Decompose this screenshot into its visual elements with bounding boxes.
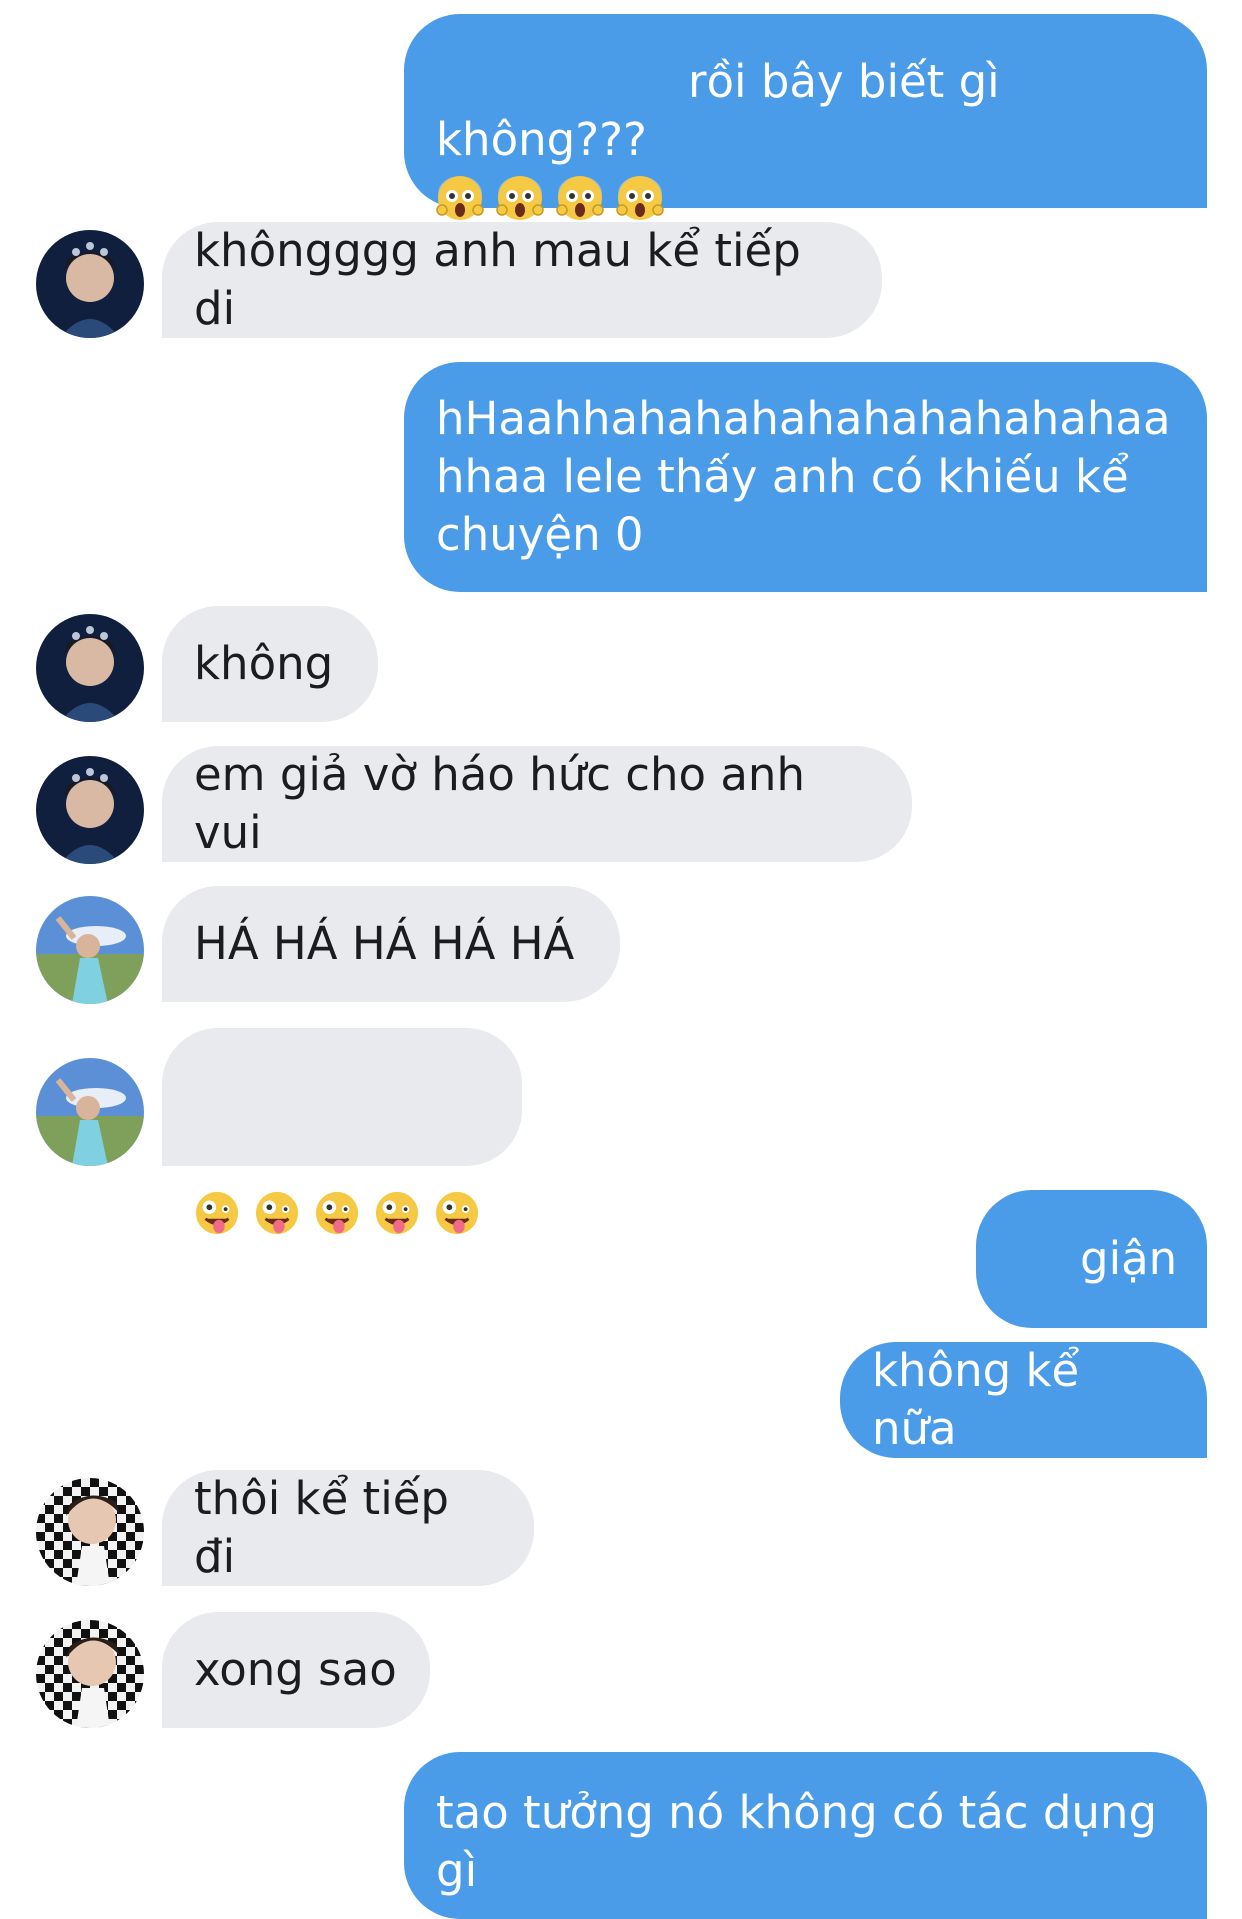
avatar[interactable] — [36, 1058, 144, 1166]
chat-thread: rồi bây biết gì không??? khôngggg anh ma… — [0, 0, 1242, 1919]
avatar[interactable] — [36, 756, 144, 864]
incoming-message[interactable] — [162, 1028, 522, 1235]
incoming-message[interactable]: xong sao — [162, 1612, 430, 1728]
outgoing-message[interactable]: rồi bây biết gì không??? — [404, 14, 1207, 220]
incoming-message[interactable]: HÁ HÁ HÁ HÁ HÁ — [162, 886, 620, 1002]
incoming-message[interactable]: khôngggg anh mau kể tiếp di — [162, 222, 882, 338]
incoming-message[interactable]: không — [162, 606, 378, 722]
message-text: không kể nữa — [872, 1344, 1094, 1455]
outgoing-message[interactable]: tao tưởng nó không có tác dụng gì — [404, 1752, 1207, 1919]
scream-emoji-icon — [616, 58, 664, 220]
message-text: rồi bây biết gì — [688, 55, 1000, 108]
message-text-line2: không??? — [436, 113, 647, 166]
incoming-message[interactable]: thôi kể tiếp đi — [162, 1470, 534, 1586]
outgoing-message[interactable]: không kể nữa — [840, 1342, 1207, 1458]
outgoing-message[interactable]: hHaahhahahahahahahahahahaa hhaa lele thấ… — [404, 362, 1207, 592]
message-text: không — [194, 637, 334, 690]
zany-face-emoji-icon — [254, 1074, 300, 1235]
message-text: hHaahhahahahahahahahahahaa hhaa lele thấ… — [436, 392, 1171, 561]
message-text: xong sao — [194, 1643, 397, 1696]
scream-emoji-icon — [496, 58, 544, 220]
scream-emoji-icon — [436, 58, 484, 220]
avatar[interactable] — [36, 896, 144, 1004]
message-text: HÁ HÁ HÁ HÁ HÁ — [194, 917, 575, 970]
message-text: giận — [1080, 1232, 1178, 1285]
scream-emoji-icon — [556, 58, 604, 220]
angry-face-emoji-icon — [1008, 1235, 1056, 1397]
message-text: thôi kể tiếp đi — [194, 1472, 464, 1583]
zany-face-emoji-icon — [374, 1074, 420, 1235]
outgoing-message[interactable]: giận — [976, 1190, 1207, 1397]
avatar[interactable] — [36, 1620, 144, 1728]
zany-face-emoji-icon — [434, 1074, 480, 1235]
zany-face-emoji-icon — [314, 1074, 360, 1235]
incoming-message[interactable]: em giả vờ háo hức cho anh vui — [162, 746, 912, 862]
message-text: khôngggg anh mau kể tiếp di — [194, 224, 816, 335]
message-text: tao tưởng nó không có tác dụng gì — [436, 1786, 1158, 1897]
avatar[interactable] — [36, 230, 144, 338]
zany-face-emoji-icon — [194, 1074, 240, 1235]
avatar[interactable] — [36, 614, 144, 722]
avatar[interactable] — [36, 1478, 144, 1586]
message-text: em giả vờ háo hức cho anh vui — [194, 748, 820, 859]
